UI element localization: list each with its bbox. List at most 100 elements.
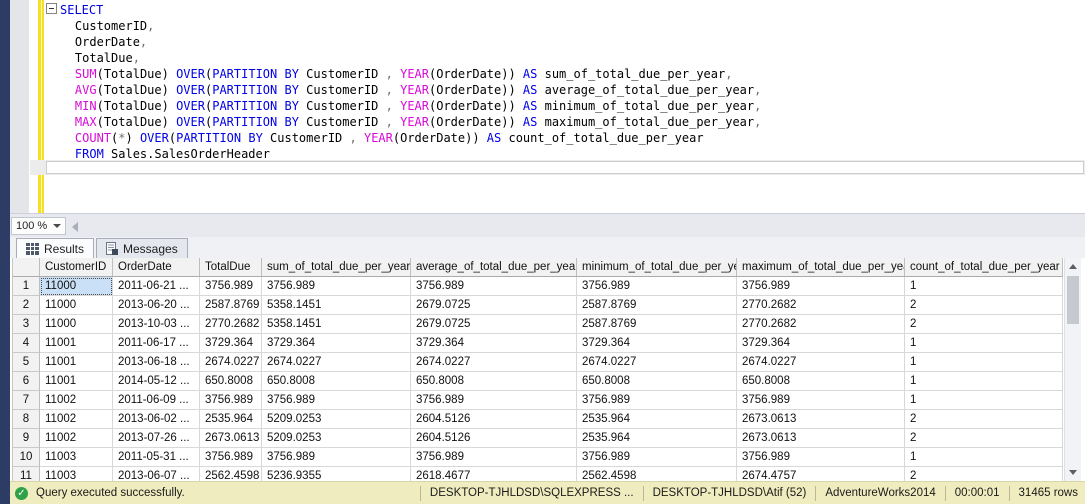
grid-cell[interactable]: 2674.0227 xyxy=(411,353,577,372)
column-header[interactable]: TotalDue xyxy=(200,258,262,277)
grid-cell[interactable]: 2604.5126 xyxy=(411,429,577,448)
grid-cell[interactable]: 2011-06-17 ... xyxy=(113,334,200,353)
grid-cell[interactable]: 2013-06-18 ... xyxy=(113,353,200,372)
grid-cell[interactable]: 2011-06-09 ... xyxy=(113,391,200,410)
column-header[interactable]: sum_of_total_due_per_year xyxy=(262,258,411,277)
grid-cell[interactable]: 2587.8769 xyxy=(200,296,262,315)
row-number[interactable]: 8 xyxy=(13,410,40,429)
scroll-down-arrow-icon[interactable] xyxy=(1069,470,1077,475)
code-line[interactable]: AVG(TotalDue) OVER(PARTITION BY Customer… xyxy=(46,82,761,98)
column-header[interactable]: average_of_total_due_per_year xyxy=(411,258,577,277)
grid-cell[interactable]: 2535.964 xyxy=(200,410,262,429)
grid-cell[interactable]: 2587.8769 xyxy=(577,315,737,334)
grid-cell[interactable]: 11000 xyxy=(40,315,113,334)
grid-cell[interactable]: 3729.364 xyxy=(411,334,577,353)
grid-cell[interactable]: 2587.8769 xyxy=(577,296,737,315)
grid-cell[interactable]: 2562.4598 xyxy=(577,467,737,481)
grid-cell[interactable]: 1 xyxy=(905,353,1063,372)
grid-cell[interactable]: 2674.0227 xyxy=(577,353,737,372)
grid-cell[interactable]: 11002 xyxy=(40,410,113,429)
grid-cell[interactable]: 2013-06-02 ... xyxy=(113,410,200,429)
tab-results[interactable]: Results xyxy=(16,238,95,258)
grid-cell[interactable]: 2673.0613 xyxy=(737,410,905,429)
grid-cell[interactable]: 2535.964 xyxy=(577,429,737,448)
grid-cell[interactable]: 2674.0227 xyxy=(200,353,262,372)
row-number[interactable]: 5 xyxy=(13,353,40,372)
sql-editor[interactable]: SELECT CustomerID, OrderDate, TotalDue, … xyxy=(10,0,1085,213)
grid-cell[interactable]: 2013-07-26 ... xyxy=(113,429,200,448)
row-number[interactable]: 2 xyxy=(13,296,40,315)
grid-cell[interactable]: 5209.0253 xyxy=(262,429,411,448)
grid-cell[interactable]: 11002 xyxy=(40,391,113,410)
column-header[interactable]: CustomerID xyxy=(40,258,113,277)
grid-cell[interactable]: 5358.1451 xyxy=(262,315,411,334)
column-header[interactable]: count_of_total_due_per_year xyxy=(905,258,1063,277)
grid-cell[interactable]: 1 xyxy=(905,334,1063,353)
grid-cell[interactable]: 2679.0725 xyxy=(411,296,577,315)
grid-cell[interactable]: 3756.989 xyxy=(577,448,737,467)
grid-cell[interactable]: 11001 xyxy=(40,372,113,391)
grid-cell[interactable]: 3756.989 xyxy=(411,391,577,410)
grid-cell[interactable]: 2013-06-20 ... xyxy=(113,296,200,315)
row-number[interactable]: 7 xyxy=(13,391,40,410)
grid-cell[interactable]: 650.8008 xyxy=(200,372,262,391)
grid-cell[interactable]: 2 xyxy=(905,429,1063,448)
grid-cell[interactable]: 5209.0253 xyxy=(262,410,411,429)
column-header[interactable]: minimum_of_total_due_per_year xyxy=(577,258,737,277)
hscroll-left-arrow-icon[interactable] xyxy=(72,222,78,232)
grid-cell[interactable]: 2618.4677 xyxy=(411,467,577,481)
grid-cell[interactable]: 1 xyxy=(905,448,1063,467)
grid-cell[interactable]: 2770.2682 xyxy=(200,315,262,334)
grid-cell[interactable]: 11003 xyxy=(40,448,113,467)
column-header[interactable]: maximum_of_total_due_per_year xyxy=(737,258,905,277)
grid-cell[interactable]: 5358.1451 xyxy=(262,296,411,315)
grid-cell[interactable]: 3729.364 xyxy=(577,334,737,353)
grid-vertical-scrollbar[interactable] xyxy=(1064,258,1081,481)
grid-cell[interactable]: 2 xyxy=(905,410,1063,429)
column-header[interactable]: OrderDate xyxy=(113,258,200,277)
grid-cell[interactable]: 2562.4598 xyxy=(200,467,262,481)
grid-cell[interactable]: 2 xyxy=(905,315,1063,334)
grid-cell[interactable]: 11001 xyxy=(40,334,113,353)
grid-cell[interactable]: 3756.989 xyxy=(200,448,262,467)
tab-messages[interactable]: Messages xyxy=(96,238,188,258)
grid-cell[interactable]: 3756.989 xyxy=(737,391,905,410)
grid-cell[interactable]: 2673.0613 xyxy=(737,429,905,448)
grid-cell[interactable]: 3756.989 xyxy=(737,277,905,296)
grid-cell[interactable]: 5236.9355 xyxy=(262,467,411,481)
grid-cell[interactable]: 2 xyxy=(905,467,1063,481)
code-line[interactable]: SUM(TotalDue) OVER(PARTITION BY Customer… xyxy=(46,66,761,82)
grid-cell[interactable]: 2770.2682 xyxy=(737,296,905,315)
row-number[interactable]: 1 xyxy=(13,277,40,296)
grid-cell[interactable]: 1 xyxy=(905,391,1063,410)
grid-cell[interactable]: 650.8008 xyxy=(411,372,577,391)
grid-cell[interactable]: 11000 xyxy=(40,277,113,296)
row-number[interactable]: 4 xyxy=(13,334,40,353)
grid-cell[interactable]: 650.8008 xyxy=(262,372,411,391)
grid-cell[interactable]: 3756.989 xyxy=(737,448,905,467)
code-line[interactable]: OrderDate, xyxy=(46,34,761,50)
code-line[interactable]: SELECT xyxy=(46,2,761,18)
grid-cell[interactable]: 2770.2682 xyxy=(737,315,905,334)
code-line[interactable]: MIN(TotalDue) OVER(PARTITION BY Customer… xyxy=(46,98,761,114)
grid-cell[interactable]: 3756.989 xyxy=(262,448,411,467)
row-number[interactable]: 3 xyxy=(13,315,40,334)
grid-cell[interactable]: 1 xyxy=(905,372,1063,391)
code-line[interactable]: COUNT(*) OVER(PARTITION BY CustomerID , … xyxy=(46,130,761,146)
row-number[interactable]: 6 xyxy=(13,372,40,391)
code-line[interactable]: TotalDue, xyxy=(46,50,761,66)
grid-cell[interactable]: 2674.0227 xyxy=(737,353,905,372)
grid-cell[interactable]: 11001 xyxy=(40,353,113,372)
grid-cell[interactable]: 2014-05-12 ... xyxy=(113,372,200,391)
code-line[interactable]: FROM Sales.SalesOrderHeader xyxy=(46,146,761,162)
grid-cell[interactable]: 2674.0227 xyxy=(262,353,411,372)
grid-cell[interactable]: 2011-05-31 ... xyxy=(113,448,200,467)
grid-cell[interactable]: 1 xyxy=(905,277,1063,296)
grid-cell[interactable]: 2674.4757 xyxy=(737,467,905,481)
grid-cell[interactable]: 3729.364 xyxy=(262,334,411,353)
collapse-minus-icon[interactable] xyxy=(46,3,57,14)
scroll-up-arrow-icon[interactable] xyxy=(1069,264,1077,269)
grid-cell[interactable]: 2 xyxy=(905,296,1063,315)
grid-cell[interactable]: 3729.364 xyxy=(737,334,905,353)
code-line[interactable]: MAX(TotalDue) OVER(PARTITION BY Customer… xyxy=(46,114,761,130)
